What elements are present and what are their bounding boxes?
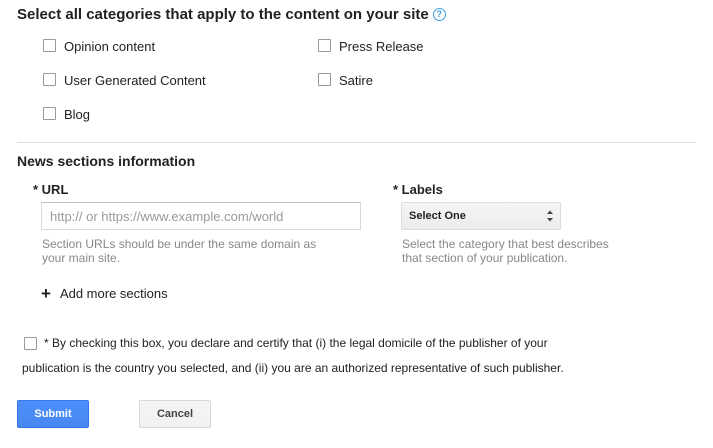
url-label: * URL	[33, 182, 69, 197]
labels-hint-line-1: Select the category that best describes	[402, 237, 609, 251]
checkbox-opinion-content[interactable]	[43, 39, 56, 52]
add-more-sections-label: Add more sections	[59, 286, 168, 301]
checkbox-user-generated-content[interactable]	[43, 73, 56, 86]
labels-select-value: Select One	[409, 210, 466, 222]
url-hint: Section URLs should be under the same do…	[42, 237, 316, 265]
checkbox-label-blog[interactable]: Blog	[64, 107, 90, 122]
url-hint-line-2: your main site.	[42, 251, 121, 265]
plus-icon: +	[41, 284, 51, 303]
categories-heading: Select all categories that apply to the …	[17, 6, 446, 23]
cancel-button[interactable]: Cancel	[139, 400, 211, 428]
select-arrows-icon	[547, 210, 553, 222]
section-divider	[17, 142, 696, 143]
checkbox-label-press-release[interactable]: Press Release	[339, 39, 424, 54]
add-more-sections-link[interactable]: + Add more sections	[41, 284, 168, 303]
categories-heading-text: Select all categories that apply to the …	[17, 6, 429, 23]
labels-label: * Labels	[393, 182, 443, 197]
labels-hint-line-2: that section of your publication.	[402, 251, 568, 265]
checkbox-blog[interactable]	[43, 107, 56, 120]
checkbox-press-release[interactable]	[318, 39, 331, 52]
url-hint-line-1: Section URLs should be under the same do…	[42, 237, 317, 251]
url-input[interactable]	[41, 202, 361, 230]
declaration-line-1: * By checking this box, you declare and …	[44, 336, 548, 350]
declaration-line-2: publication is the country you selected,…	[22, 361, 564, 375]
news-sections-heading: News sections information	[17, 153, 196, 169]
labels-hint: Select the category that best describes …	[402, 237, 609, 265]
submit-button[interactable]: Submit	[17, 400, 89, 428]
declaration-checkbox[interactable]	[24, 337, 37, 350]
checkbox-label-opinion-content[interactable]: Opinion content	[64, 39, 155, 54]
checkbox-satire[interactable]	[318, 73, 331, 86]
labels-select[interactable]: Select One	[401, 202, 561, 230]
checkbox-label-satire[interactable]: Satire	[339, 73, 373, 88]
help-icon[interactable]: ?	[432, 8, 446, 21]
checkbox-label-user-generated-content[interactable]: User Generated Content	[64, 73, 206, 88]
